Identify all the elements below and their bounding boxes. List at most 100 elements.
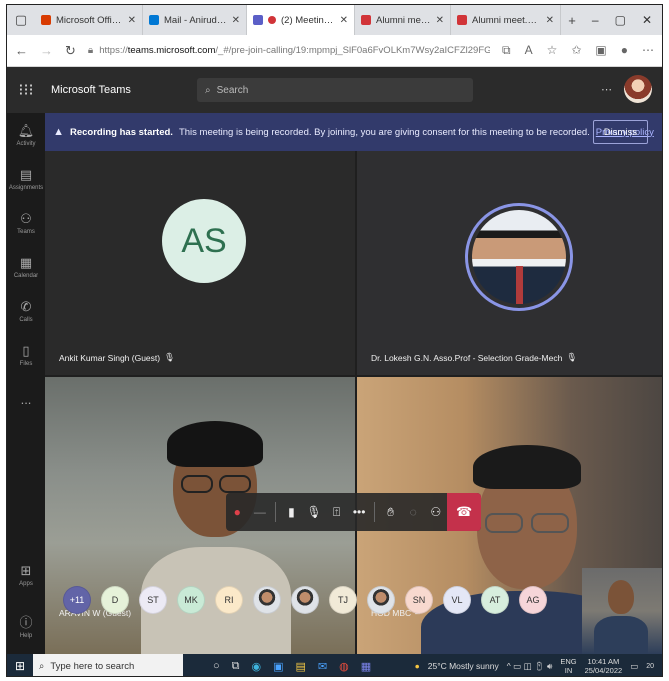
browser-tab-strip: ▢ Microsoft Office Home ✕ Mail - Anirudh… xyxy=(7,5,662,35)
forward-icon[interactable]: → xyxy=(40,43,53,58)
participant-avatar-photo[interactable] xyxy=(253,586,281,614)
participant-avatar[interactable]: D xyxy=(101,586,129,614)
more-actions-icon[interactable]: ••• xyxy=(348,493,371,531)
cortana-icon[interactable]: ○ xyxy=(213,660,220,673)
self-view-video[interactable] xyxy=(582,568,662,654)
menu-icon[interactable]: ⋯ xyxy=(642,43,654,58)
participant-tile[interactable]: Dr. Lokesh G.N. Asso.Prof - Selection Gr… xyxy=(357,151,662,375)
close-icon[interactable]: ✕ xyxy=(128,15,136,26)
rail-item-calendar[interactable]: ▦ Calendar xyxy=(7,245,45,289)
refresh-icon[interactable]: ↻ xyxy=(65,43,76,59)
close-icon[interactable]: ✕ xyxy=(340,15,348,26)
teams-window: ⁝⁝⁝ Microsoft Teams ⌕ Search ⋯ 🔔︎ Activi… xyxy=(7,67,662,654)
camera-icon[interactable]: ▮ xyxy=(280,493,303,531)
participant-avatar[interactable]: TJ xyxy=(329,586,357,614)
browser-tab-meeting[interactable]: (2) Meeting | Microsoft ✕ xyxy=(247,5,355,35)
participant-avatar[interactable]: +11 xyxy=(63,586,91,614)
participant-avatar[interactable]: AG xyxy=(519,586,547,614)
rail-item-teams[interactable]: ⚇ Teams xyxy=(7,201,45,245)
rail-item-assignments[interactable]: ▤ Assignments xyxy=(7,157,45,201)
close-icon[interactable]: ✕ xyxy=(546,15,554,26)
taskbar-search-input[interactable]: ⌕ Type here to search xyxy=(33,654,183,676)
weather-icon: ● xyxy=(414,661,420,671)
leave-call-icon[interactable]: ☎︎ xyxy=(447,493,481,531)
screenshot-frame: ▢ Microsoft Office Home ✕ Mail - Anirudh… xyxy=(6,4,663,677)
participant-avatar-photo[interactable] xyxy=(367,586,395,614)
close-icon[interactable]: ✕ xyxy=(232,15,240,26)
cast-icon[interactable]: ⧉ xyxy=(502,43,511,58)
store-icon[interactable]: ▣ xyxy=(273,660,283,673)
close-icon[interactable]: ✕ xyxy=(436,15,444,26)
bell-icon: 🔔︎ xyxy=(17,123,35,138)
file-icon: ▯ xyxy=(22,343,30,358)
rail-item-help[interactable]: ⓘ Help xyxy=(7,603,45,647)
chrome-icon[interactable]: ◍ xyxy=(339,660,349,673)
back-icon[interactable]: ← xyxy=(15,43,28,58)
search-input[interactable]: ⌕ Search xyxy=(197,78,473,102)
participant-avatar[interactable]: AT xyxy=(481,586,509,614)
glasses xyxy=(531,513,569,533)
more-options-icon[interactable]: ⋯ xyxy=(601,83,612,96)
rail-item-apps[interactable]: ⊞ Apps xyxy=(7,553,45,597)
participant-hair xyxy=(473,445,581,489)
windows-start-icon[interactable]: ⊞ xyxy=(7,659,33,673)
task-view-icon[interactable]: ⧉ xyxy=(232,660,240,673)
tab-actions-icon[interactable]: ▢ xyxy=(7,5,35,35)
rail-label: Files xyxy=(19,361,33,367)
participants-icon[interactable]: ⚇ xyxy=(425,493,448,531)
browser-tab-mail[interactable]: Mail - Anirudh T Asst. Prof I ✕ xyxy=(143,5,247,35)
participant-tile[interactable]: AS Ankit Kumar Singh (Guest) 🎙︎ xyxy=(45,151,355,375)
clock[interactable]: 10:41 AM 25/04/2022 xyxy=(585,657,623,675)
read-aloud-icon[interactable]: A xyxy=(525,43,533,58)
participant-avatar[interactable]: MK xyxy=(177,586,205,614)
dismiss-button[interactable]: Dismiss xyxy=(592,120,648,144)
weather-text[interactable]: 25°C Mostly sunny xyxy=(428,661,499,671)
participant-avatar[interactable]: VL xyxy=(443,586,471,614)
banner-text: This meeting is being recorded. By joini… xyxy=(178,126,590,138)
notification-icon[interactable]: ▭ xyxy=(630,661,638,672)
edge-icon[interactable]: ◉ xyxy=(252,660,262,673)
participant-avatar[interactable]: RI xyxy=(215,586,243,614)
phone-icon: ✆ xyxy=(20,299,32,314)
mic-muted-icon: 🎙︎ xyxy=(164,352,175,362)
chat-icon[interactable]: ◌ xyxy=(402,493,425,531)
recording-indicator-icon: ● xyxy=(233,505,241,519)
browser-tab-office[interactable]: Microsoft Office Home ✕ xyxy=(35,5,143,35)
participant-avatar[interactable]: ST xyxy=(139,586,167,614)
participant-avatar[interactable]: SN xyxy=(405,586,433,614)
participant-avatar-photo[interactable] xyxy=(291,586,319,614)
lang-text: ENG xyxy=(560,657,577,666)
new-tab-icon[interactable]: + xyxy=(561,5,583,35)
browser-tab-pdf-1[interactable]: Alumni meet.pdf ✕ xyxy=(355,5,451,35)
microphone-icon[interactable]: 🎙︎ xyxy=(303,493,326,531)
rail-item-more[interactable]: ... xyxy=(7,377,45,421)
tray-icons[interactable]: ^ ▭ ◫ 🔋︎ 🔊︎ xyxy=(507,661,553,672)
favorite-icon[interactable]: ☆ xyxy=(547,43,558,58)
url-text: https://teams.microsoft.com/_#/pre-join-… xyxy=(99,45,490,56)
mail-icon[interactable]: ✉ xyxy=(318,660,327,673)
language-indicator[interactable]: ENG IN xyxy=(560,657,576,675)
assignment-icon: ▤ xyxy=(19,167,33,182)
minimize-icon[interactable]: – xyxy=(592,13,599,27)
browser-tab-pdf-2[interactable]: Alumni meet.pdf ✕ xyxy=(451,5,561,35)
app-launcher-icon[interactable]: ⁝⁝⁝ xyxy=(7,80,45,100)
teams-taskbar-icon[interactable]: ▦ xyxy=(361,660,371,673)
file-explorer-icon[interactable]: ▤ xyxy=(296,660,306,673)
maximize-icon[interactable]: ▢ xyxy=(615,13,626,27)
collections-icon[interactable]: ▣ xyxy=(595,43,606,58)
url-field[interactable]: 🔒︎ https://teams.microsoft.com/_#/pre-jo… xyxy=(88,40,490,62)
rail-item-calls[interactable]: ✆ Calls xyxy=(7,289,45,333)
profile-icon[interactable]: ● xyxy=(621,43,628,58)
tab-title: Mail - Anirudh T Asst. Prof I xyxy=(164,14,227,26)
user-avatar[interactable] xyxy=(624,75,652,103)
favorites-bar-icon[interactable]: ✩ xyxy=(571,43,581,58)
window-controls: – ▢ ✕ xyxy=(592,5,662,35)
tab-title: Alumni meet.pdf xyxy=(376,14,431,26)
participant-photo xyxy=(465,203,573,311)
rail-item-files[interactable]: ▯ Files xyxy=(7,333,45,377)
window-close-icon[interactable]: ✕ xyxy=(642,13,652,27)
share-screen-icon[interactable]: ⍐ xyxy=(325,493,348,531)
left-rail: 🔔︎ Activity ▤ Assignments ⚇ Teams ▦ Cale… xyxy=(7,113,45,654)
rail-item-activity[interactable]: 🔔︎ Activity xyxy=(7,113,45,157)
raise-hand-icon[interactable]: ✋︎ xyxy=(379,493,402,531)
